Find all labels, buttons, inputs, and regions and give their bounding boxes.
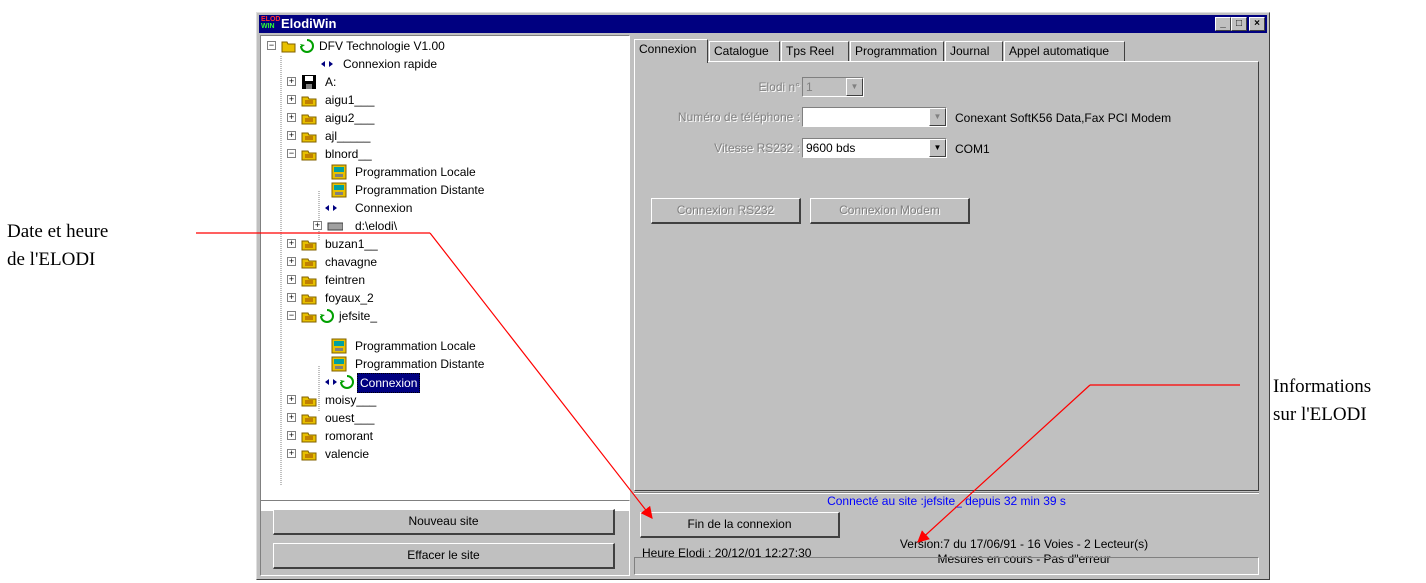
annotation-arrows	[196, 232, 1240, 543]
annotation-arrow-left	[429, 232, 653, 519]
annotation-arrow-right	[917, 384, 1091, 543]
tab-connexion[interactable]: Connexion	[634, 39, 708, 63]
